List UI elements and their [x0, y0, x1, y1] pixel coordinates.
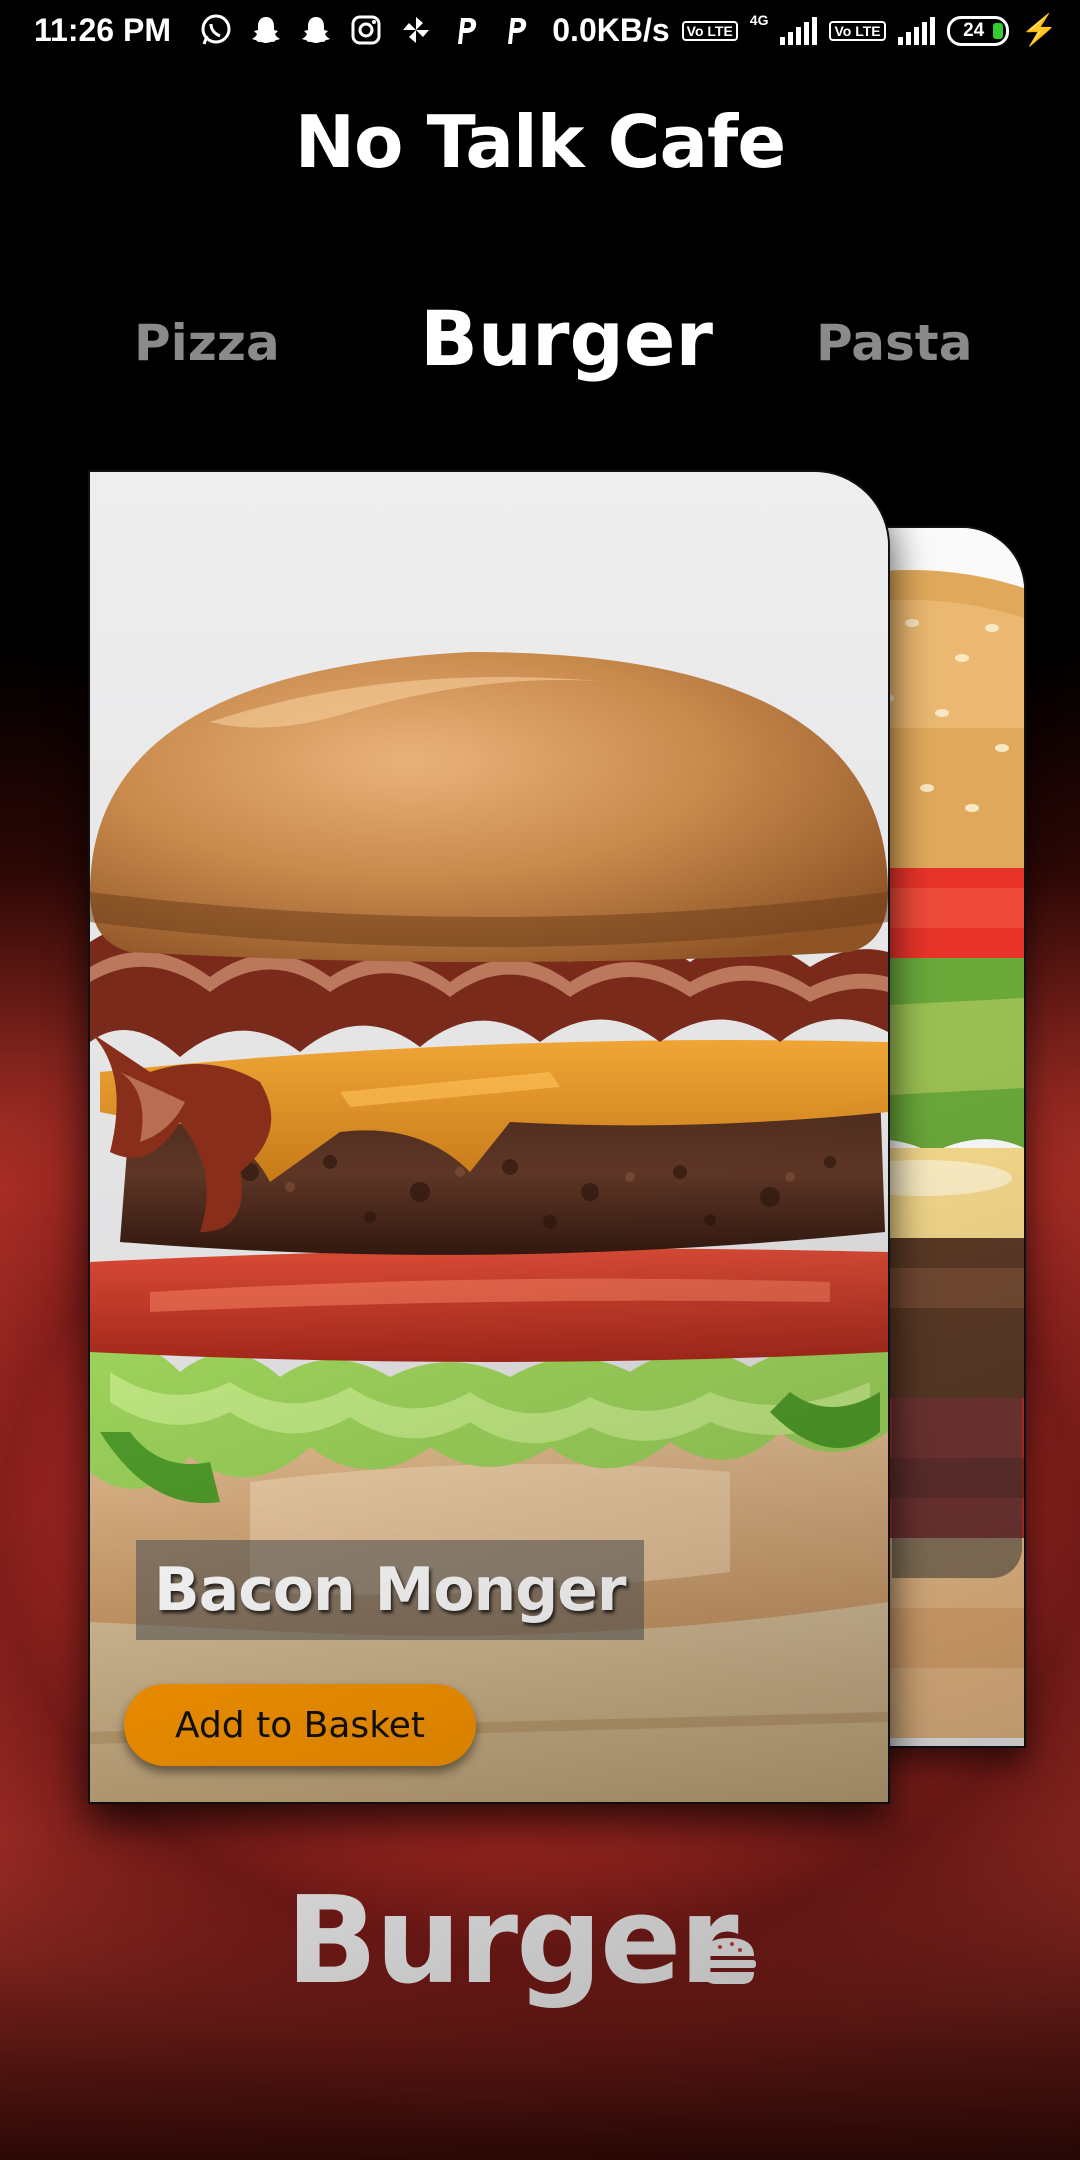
product-name-box: Bacon Monger	[136, 1540, 644, 1640]
product-name: Bacon Monger	[154, 1555, 626, 1625]
battery-level: 24	[963, 19, 985, 41]
battery-icon: 24	[946, 15, 1009, 46]
app-title: No Talk Cafe	[294, 100, 786, 184]
status-bar: 11:26 PM 0.0KB/s Vo LTE 4G Vo LTE 24 ⚡	[0, 0, 1080, 66]
product-card[interactable]: Bacon Monger Add to Basket	[88, 470, 890, 1804]
hamburger-icon	[702, 1938, 756, 1984]
notification-icons	[198, 12, 534, 48]
pinwheel-icon	[398, 12, 434, 48]
next-product-label-bg	[892, 1398, 1022, 1578]
p-app-icon	[498, 12, 534, 48]
category-tabs: Pizza Burger Pasta	[0, 290, 1080, 400]
status-time: 11:26 PM	[34, 12, 171, 48]
app-screen: 11:26 PM 0.0KB/s Vo LTE 4G Vo LTE 24 ⚡ N…	[0, 0, 1080, 2160]
whatsapp-icon	[198, 12, 234, 48]
network-speed: 0.0KB/s	[552, 12, 670, 48]
charging-icon: ⚡	[1020, 14, 1058, 47]
signal-icon-2	[897, 16, 935, 45]
network-type: 4G	[749, 12, 769, 28]
p-app-icon	[448, 12, 484, 48]
signal-icon	[780, 16, 818, 45]
volte-badge-2: Vo LTE	[829, 20, 886, 41]
selected-category-title: Burger	[286, 1872, 739, 2011]
instagram-icon	[348, 12, 384, 48]
tab-pasta[interactable]: Pasta	[816, 314, 972, 372]
tab-pizza[interactable]: Pizza	[134, 314, 280, 372]
system-status: 0.0KB/s Vo LTE 4G Vo LTE 24 ⚡	[552, 12, 1058, 49]
snapchat-icon	[298, 12, 334, 48]
add-to-basket-button[interactable]: Add to Basket	[124, 1684, 476, 1766]
tab-burger[interactable]: Burger	[420, 294, 713, 383]
snapchat-icon	[248, 12, 284, 48]
volte-badge: Vo LTE	[681, 20, 738, 41]
